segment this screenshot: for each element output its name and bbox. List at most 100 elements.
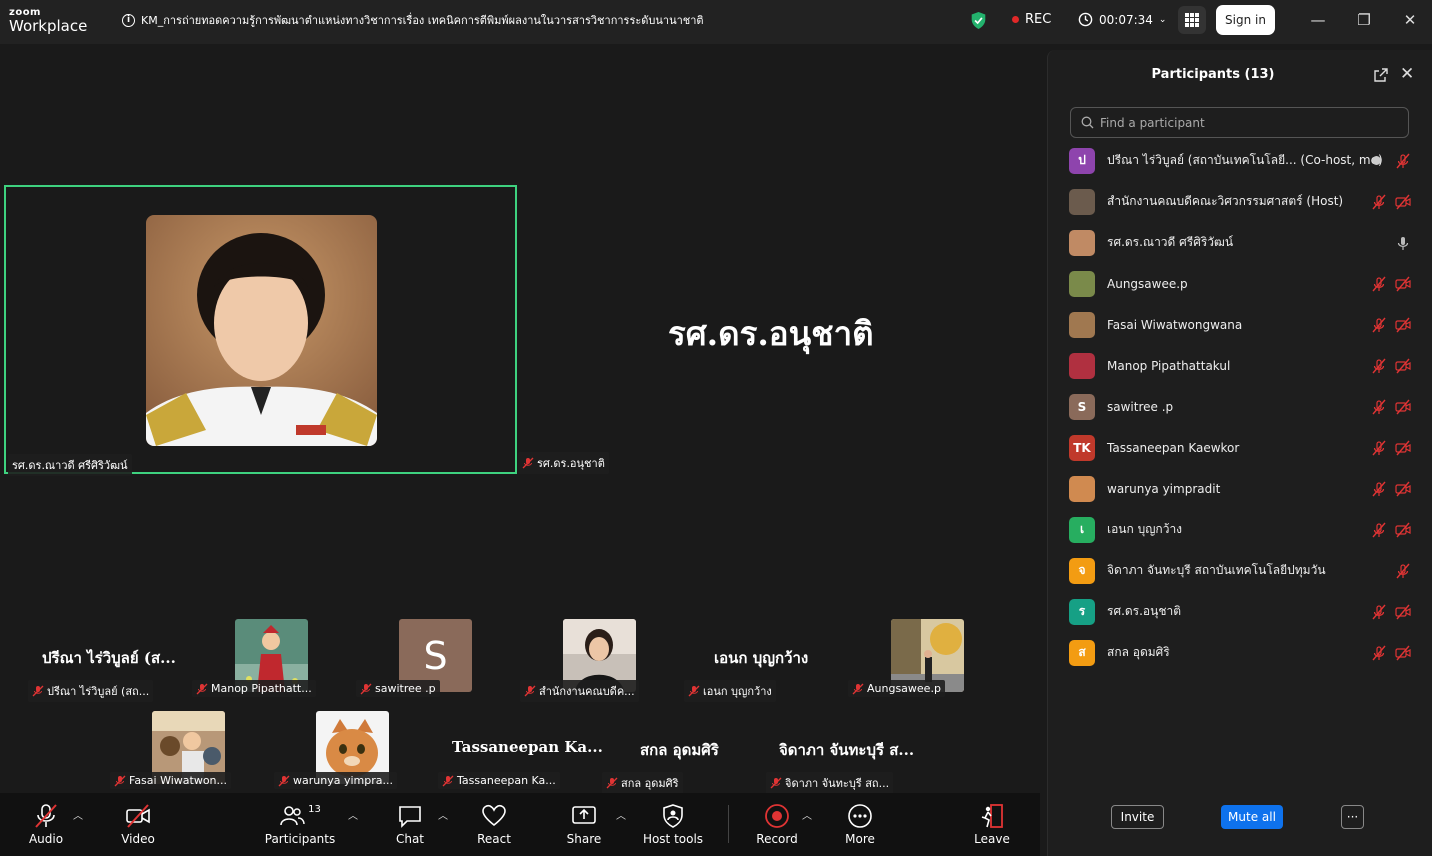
participant-search-input[interactable] xyxy=(1100,115,1390,130)
mic-on-icon[interactable] xyxy=(1395,235,1411,251)
mic-muted-icon[interactable] xyxy=(1395,153,1411,169)
active-speaker-tile[interactable]: รศ.ดร.ณาวดี ศรีศิริวัฒน์ xyxy=(4,185,517,476)
info-icon[interactable]: i xyxy=(122,13,135,27)
share-caret-icon[interactable]: ︿ xyxy=(616,807,626,822)
video-button[interactable]: Video xyxy=(118,793,158,856)
participant-row[interactable]: ร รศ.ดร.อนุชาติ xyxy=(1048,591,1432,632)
mic-muted-icon xyxy=(196,683,208,694)
participant-row[interactable]: Aungsawee.p xyxy=(1048,263,1432,304)
gallery-big-name[interactable]: จิดาภา จันทะบุรี ส... xyxy=(779,738,914,762)
gallery-label: จิดาภา จันทะบุรี สถ... xyxy=(766,772,894,794)
video-off-icon[interactable] xyxy=(1395,317,1411,333)
video-off-icon[interactable] xyxy=(1395,358,1411,374)
record-label: Record xyxy=(756,832,798,846)
participant-status-icons xyxy=(1371,645,1411,661)
mic-muted-icon[interactable] xyxy=(1371,522,1387,538)
video-off-icon[interactable] xyxy=(1395,604,1411,620)
participant-row[interactable]: ป ปรีณา ไร่วิบูลย์ (สถาบันเทคโนโลยี... (C… xyxy=(1048,140,1432,181)
meeting-timer[interactable]: 00:07:34 ⌄ xyxy=(1078,12,1166,27)
participant-row[interactable]: Fasai Wiwatwongwana xyxy=(1048,304,1432,345)
mic-muted-icon[interactable] xyxy=(1371,481,1387,497)
gallery-big-name[interactable]: สกล อุดมศิริ xyxy=(640,738,719,762)
restore-icon[interactable]: ❐ xyxy=(1354,10,1374,30)
mic-muted-icon[interactable] xyxy=(1371,317,1387,333)
participant-row[interactable]: Ssawitree .p xyxy=(1048,386,1432,427)
panel-more-button[interactable]: ··· xyxy=(1341,805,1364,829)
participant-row[interactable]: ส สกล อุดมศิริ xyxy=(1048,632,1432,673)
mic-muted-icon[interactable] xyxy=(1371,440,1387,456)
audio-options-caret-icon[interactable]: ︿ xyxy=(73,807,83,822)
audio-button[interactable]: Audio xyxy=(26,793,66,856)
invite-button[interactable]: Invite xyxy=(1111,805,1164,829)
mic-muted-icon[interactable] xyxy=(1371,645,1387,661)
participant-name: สำนักงานคณบดีคณะวิศวกรรมศาสตร์ (Host) xyxy=(1107,194,1344,208)
mic-muted-icon xyxy=(606,777,618,789)
view-grid-button[interactable] xyxy=(1178,6,1206,34)
record-caret-icon[interactable]: ︿ xyxy=(802,807,812,822)
gallery-label-text: sawitree .p xyxy=(375,682,436,695)
participant-search[interactable] xyxy=(1070,107,1409,138)
leave-button[interactable]: Leave xyxy=(972,793,1012,856)
participant-row[interactable]: Manop Pipathattakul xyxy=(1048,345,1432,386)
participant-row[interactable]: เ เอนก บุญกว้าง xyxy=(1048,509,1432,550)
video-off-icon[interactable] xyxy=(1395,399,1411,415)
encryption-shield-icon[interactable] xyxy=(970,11,987,30)
gallery-label-text: warunya yimpra... xyxy=(293,774,393,787)
zoom-workplace-logo: zoom Workplace xyxy=(9,8,87,34)
participant-row[interactable]: TK Tassaneepan Kaewkor xyxy=(1048,427,1432,468)
participant-status-icons xyxy=(1371,399,1411,415)
sign-in-button[interactable]: Sign in xyxy=(1216,5,1275,35)
gallery-label: Aungsawee.p xyxy=(848,680,945,697)
video-off-icon[interactable] xyxy=(1395,645,1411,661)
react-button[interactable]: React xyxy=(474,793,514,856)
mic-muted-icon[interactable] xyxy=(1371,276,1387,292)
host-tools-button[interactable]: Host tools xyxy=(643,793,703,856)
leave-door-icon xyxy=(981,804,1003,828)
video-off-icon[interactable] xyxy=(1395,440,1411,456)
mic-muted-icon[interactable] xyxy=(1371,399,1387,415)
close-panel-icon[interactable]: ✕ xyxy=(1400,64,1414,84)
video-off-icon[interactable] xyxy=(1395,276,1411,292)
recording-indicator[interactable]: REC xyxy=(1012,12,1051,27)
pop-out-icon[interactable] xyxy=(1373,67,1389,83)
participants-button[interactable]: 13 Participants xyxy=(265,793,336,856)
video-off-icon[interactable] xyxy=(1395,481,1411,497)
participants-caret-icon[interactable]: ︿ xyxy=(348,807,358,822)
gallery-label: Fasai Wiwatwon... xyxy=(110,772,232,789)
host-shield-icon xyxy=(663,804,683,828)
participant-row[interactable]: จ จิดาภา จันทะบุรี สถาบันเทคโนโลยีปทุมวัน xyxy=(1048,550,1432,591)
chat-label: Chat xyxy=(395,832,425,846)
participant-row[interactable]: รศ.ดร.ณาวดี ศรีศิริวัฒน์ xyxy=(1048,222,1432,263)
gallery-big-name[interactable]: เอนก บุญกว้าง xyxy=(714,646,808,670)
gallery-big-name[interactable]: Tassaneepan Ka... xyxy=(452,738,603,756)
chat-button[interactable]: Chat xyxy=(390,793,430,856)
meeting-title[interactable]: i KM_การถ่ายทอดความรู้การพัฒนาตำแหน่งทาง… xyxy=(122,11,704,29)
second-speaker-big-name[interactable]: รศ.ดร.อนุชาติ xyxy=(668,307,874,360)
mic-muted-icon[interactable] xyxy=(1395,563,1411,579)
video-off-icon[interactable] xyxy=(1395,522,1411,538)
share-button[interactable]: Share xyxy=(564,793,604,856)
participant-name: Fasai Wiwatwongwana xyxy=(1107,317,1243,332)
mute-all-button[interactable]: Mute all xyxy=(1221,805,1283,829)
react-label: React xyxy=(477,832,511,846)
participant-row[interactable]: สำนักงานคณบดีคณะวิศวกรรมศาสตร์ (Host) xyxy=(1048,181,1432,222)
mic-muted-icon[interactable] xyxy=(1371,194,1387,210)
mic-muted-icon[interactable] xyxy=(1371,358,1387,374)
chat-caret-icon[interactable]: ︿ xyxy=(438,807,448,822)
participant-row[interactable]: warunya yimpradit xyxy=(1048,468,1432,509)
speaker-portrait xyxy=(146,215,377,446)
gallery-big-name[interactable]: ปรีณา ไร่วิบูลย์ (ส... xyxy=(42,646,176,670)
minimize-icon[interactable]: — xyxy=(1308,10,1328,30)
record-button[interactable]: Record xyxy=(756,793,798,856)
participant-avatar xyxy=(1069,188,1095,215)
mic-muted-icon[interactable] xyxy=(1371,604,1387,620)
participant-status-icons xyxy=(1372,153,1411,169)
title-bar: zoom Workplace i KM_การถ่ายทอดความรู้การ… xyxy=(0,0,1432,44)
gallery-label-text: จิดาภา จันทะบุรี สถ... xyxy=(785,777,890,790)
more-button[interactable]: More xyxy=(840,793,880,856)
second-tile-label: รศ.ดร.อนุชาติ xyxy=(518,452,609,474)
participant-avatar: ร xyxy=(1069,598,1095,625)
gallery-label-text: Aungsawee.p xyxy=(867,682,941,695)
close-icon[interactable]: ✕ xyxy=(1400,10,1420,30)
video-off-icon[interactable] xyxy=(1395,194,1411,210)
